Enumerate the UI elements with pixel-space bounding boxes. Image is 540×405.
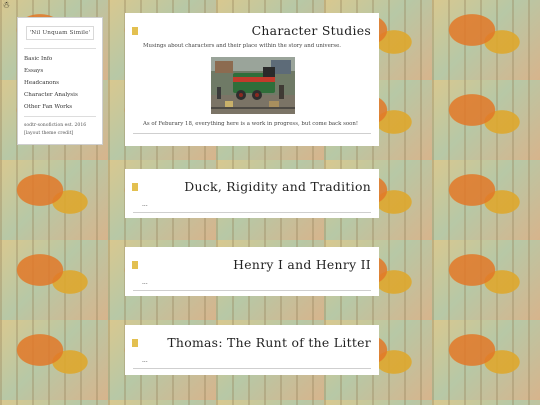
sidebar-item-essays[interactable]: Essays (24, 68, 96, 74)
post-divider (133, 290, 371, 291)
sidebar: 'Nil Unquam Simile' Basic Info Essays He… (17, 17, 103, 145)
post-note: As of Feburary 18, everything here is a … (143, 121, 359, 127)
train-photo (211, 57, 295, 114)
sidebar-footer-meta: sodtr-sonofiction est. 2016 (24, 123, 87, 128)
sidebar-footer-credit[interactable]: [layout theme credit] (24, 130, 96, 138)
post-excerpt: ... (142, 279, 148, 286)
post-henry: Henry I and Henry II ... (125, 247, 379, 296)
post-divider (133, 133, 371, 134)
post-excerpt: ... (142, 357, 148, 364)
sidebar-item-other-fan-works[interactable]: Other Fan Works (24, 104, 96, 110)
post-duck: Duck, Rigidity and Tradition ... (125, 169, 379, 218)
post-marker (132, 27, 138, 35)
post-title[interactable]: Character Studies (133, 23, 371, 38)
accessibility-icon[interactable]: ☃ (2, 1, 12, 11)
post-divider (133, 368, 371, 369)
post-divider (133, 212, 371, 213)
sidebar-divider (24, 48, 96, 49)
post-title[interactable]: Duck, Rigidity and Tradition (133, 179, 371, 194)
post-marker (132, 183, 138, 191)
post-marker (132, 339, 138, 347)
post-excerpt: ... (142, 201, 148, 208)
post-title[interactable]: Henry I and Henry II (133, 257, 371, 272)
post-description: Musings about characters and their place… (143, 43, 342, 49)
blog-title[interactable]: 'Nil Unquam Simile' (26, 26, 94, 40)
post-image (211, 57, 295, 114)
sidebar-item-character-analysis[interactable]: Character Analysis (24, 92, 96, 98)
post-title[interactable]: Thomas: The Runt of the Litter (133, 335, 371, 350)
sidebar-item-headcanons[interactable]: Headcanons (24, 80, 96, 86)
post-marker (132, 261, 138, 269)
post-thomas: Thomas: The Runt of the Litter ... (125, 325, 379, 375)
sidebar-item-basic-info[interactable]: Basic Info (24, 56, 96, 62)
post-character-studies: Character Studies Musings about characte… (125, 13, 379, 146)
sidebar-footer: sodtr-sonofiction est. 2016 [layout them… (24, 116, 96, 138)
